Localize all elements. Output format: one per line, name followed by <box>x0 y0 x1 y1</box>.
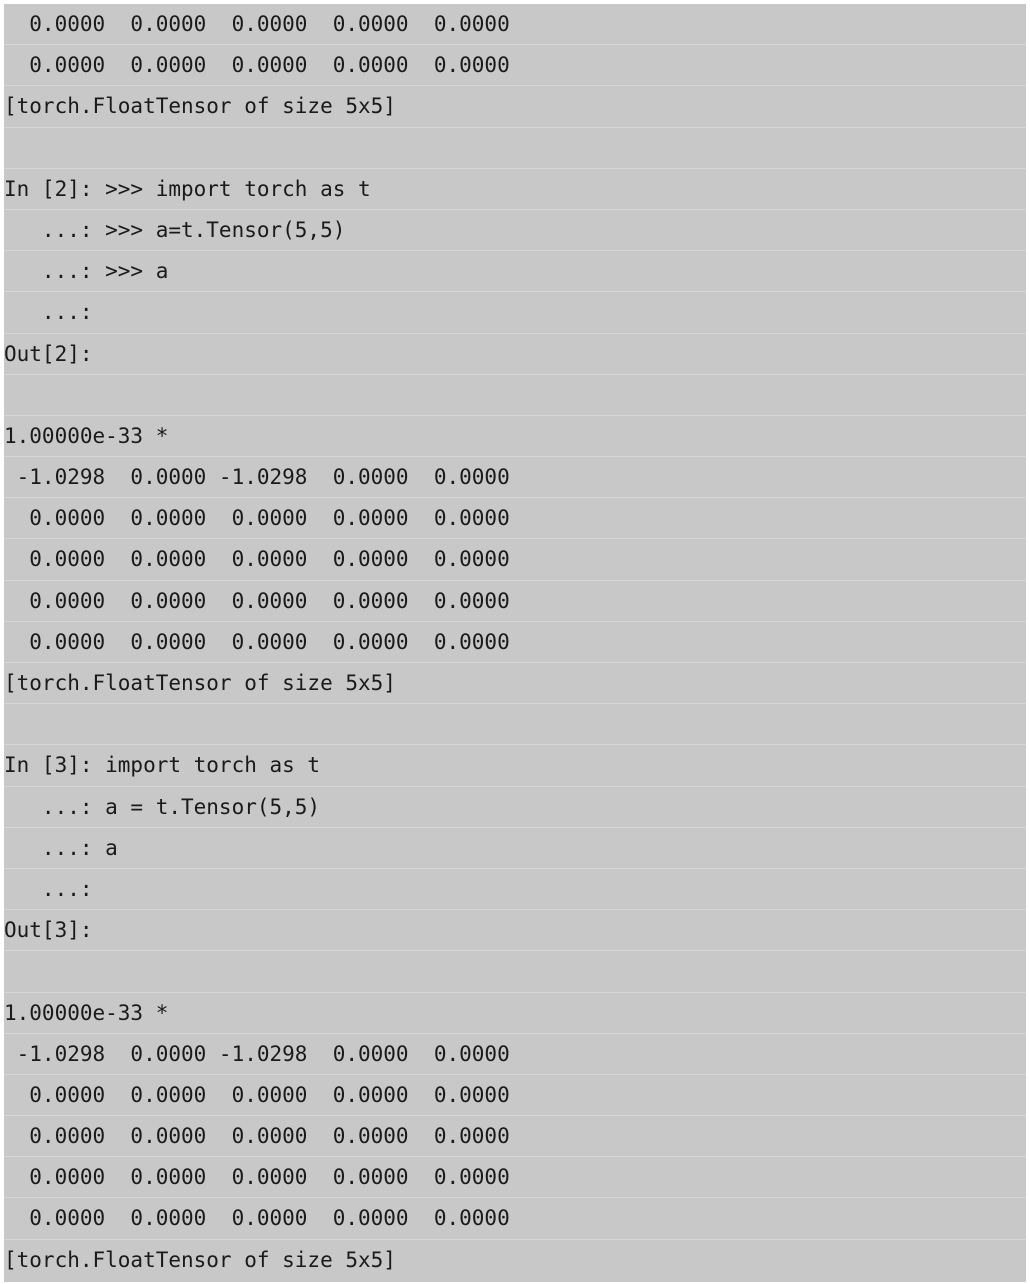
console-line: ...: a = t.Tensor(5,5) <box>4 787 1026 828</box>
console-line: 0.0000 0.0000 0.0000 0.0000 0.0000 <box>4 498 1026 540</box>
console-line: 0.0000 0.0000 0.0000 0.0000 0.0000 <box>4 539 1026 581</box>
console-line: -1.0298 0.0000 -1.0298 0.0000 0.0000 <box>4 1034 1026 1075</box>
console-line: 1.00000e-33 * <box>4 993 1026 1034</box>
console-line: In [3]: import torch as t <box>4 745 1026 787</box>
console-line: [torch.FloatTensor of size 5x5] <box>4 1247 396 1272</box>
console-line <box>4 951 1026 993</box>
console-line: 0.0000 0.0000 0.0000 0.0000 0.0000 <box>4 1157 1026 1199</box>
console-line <box>4 704 1026 746</box>
console-line: [torch.FloatTensor of size 5x5] <box>4 86 1026 128</box>
console-line: 0.0000 0.0000 0.0000 0.0000 0.0000 <box>4 45 1026 87</box>
console-line: In [2]: >>> import torch as t <box>4 169 1026 210</box>
console-line: Out[2]: <box>4 334 1026 375</box>
console-line: ...: >>> a <box>4 251 1026 293</box>
console-line: ...: <box>4 869 1026 911</box>
console-line: 1.00000e-33 * <box>4 416 1026 458</box>
console-line: 0.0000 0.0000 0.0000 0.0000 0.0000 <box>4 622 1026 663</box>
console-line <box>4 375 1026 416</box>
console-line: ...: <box>4 292 1026 334</box>
console-line: ...: a <box>4 828 1026 869</box>
console-line: Out[3]: <box>4 910 1026 952</box>
console-line: ...: >>> a=t.Tensor(5,5) <box>4 210 1026 252</box>
console-line <box>4 128 1026 169</box>
console-line: 0.0000 0.0000 0.0000 0.0000 0.0000 <box>4 1116 1026 1158</box>
console-line: 0.0000 0.0000 0.0000 0.0000 0.0000 <box>4 1198 1026 1240</box>
console-line: 0.0000 0.0000 0.0000 0.0000 0.0000 <box>4 581 1026 622</box>
console-line: 0.0000 0.0000 0.0000 0.0000 0.0000 <box>4 1075 1026 1117</box>
console-line: 0.0000 0.0000 0.0000 0.0000 0.0000 <box>4 4 1026 46</box>
console-line: -1.0298 0.0000 -1.0298 0.0000 0.0000 <box>4 457 1026 499</box>
console-output[interactable]: 0.0000 0.0000 0.0000 0.0000 0.0000 0.000… <box>4 4 1026 1282</box>
console-line: [torch.FloatTensor of size 5x5] <box>4 663 1026 705</box>
